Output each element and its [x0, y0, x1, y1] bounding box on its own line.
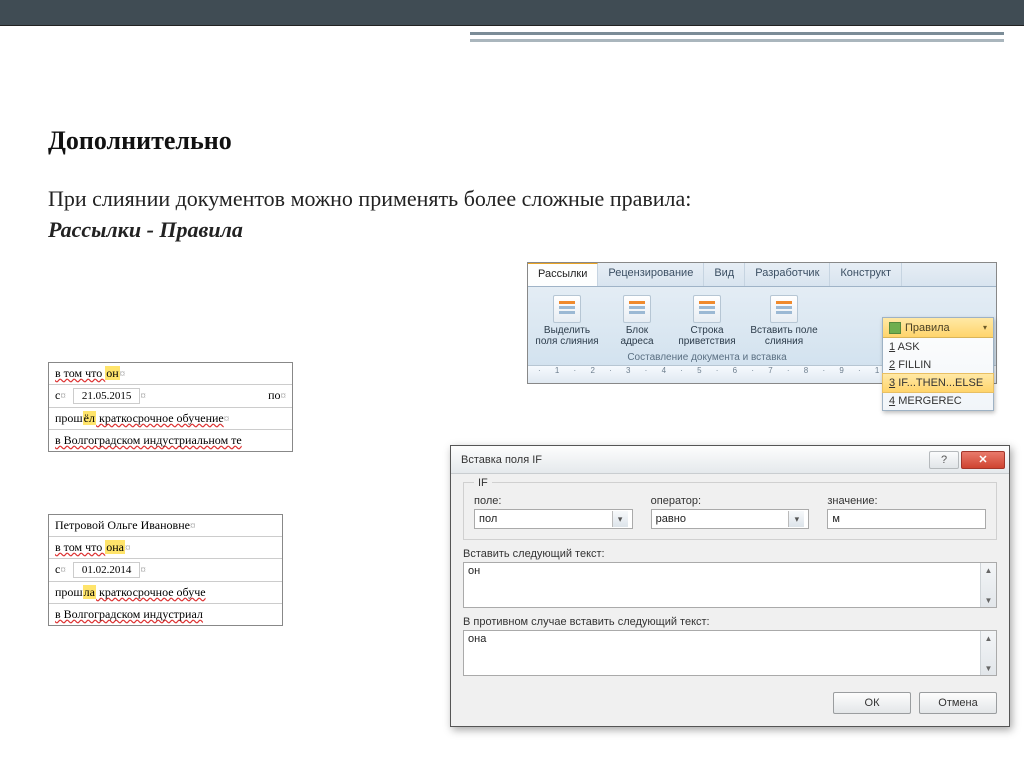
word-ribbon: Рассылки Рецензирование Вид Разработчик …	[527, 262, 997, 384]
tab-mailings[interactable]: Рассылки	[528, 263, 598, 286]
doc2-line2: с¤ 01.02.2014¤	[49, 559, 282, 582]
header-bar-dark	[0, 0, 1024, 26]
then-textarea[interactable]: он	[463, 562, 997, 608]
field-combo[interactable]: пол ▾	[474, 509, 633, 529]
doc1-line2: с¤ 21.05.2015¤ по¤	[49, 385, 292, 408]
intro-emphasis: Рассылки - Правила	[48, 217, 243, 242]
tab-developer[interactable]: Разработчик	[745, 263, 830, 286]
chevron-down-icon: ▾	[612, 511, 628, 527]
document-icon	[770, 295, 798, 323]
operator-combo[interactable]: равно ▾	[651, 509, 810, 529]
document-icon	[693, 295, 721, 323]
else-textarea[interactable]: она	[463, 630, 997, 676]
tab-view[interactable]: Вид	[704, 263, 745, 286]
scroll-down-icon: ▼	[981, 593, 996, 607]
then-label: Вставить следующий текст:	[463, 548, 997, 560]
rules-item-fillin[interactable]: 2 FILLIN	[883, 356, 993, 374]
scroll-down-icon: ▼	[981, 661, 996, 675]
chevron-down-icon: ▾	[788, 511, 804, 527]
chevron-down-icon: ▾	[983, 323, 987, 332]
greeting-line-button[interactable]: Строка приветствия	[672, 293, 742, 349]
tab-design[interactable]: Конструкт	[830, 263, 902, 286]
address-block-button[interactable]: Блок адреса	[602, 293, 672, 349]
dialog-titlebar: Вставка поля IF ? ✕	[451, 446, 1009, 474]
document-icon	[553, 295, 581, 323]
doc1-line1: в том что он¤	[49, 363, 292, 385]
doc-snippet-2: Петровой Ольге Ивановне¤ в том что она¤ …	[48, 514, 283, 626]
scrollbar[interactable]: ▲ ▼	[980, 631, 996, 675]
intro-text: При слиянии документов можно применять б…	[48, 184, 976, 246]
if-group-title: IF	[474, 477, 492, 489]
value-input[interactable]: м	[827, 509, 986, 529]
operator-label: оператор:	[651, 495, 810, 507]
slide-content: Дополнительно При слиянии документов мож…	[0, 26, 1024, 246]
ribbon-tabs: Рассылки Рецензирование Вид Разработчик …	[528, 263, 996, 287]
doc1-line4: в Волгоградском индустриальном те	[49, 430, 292, 451]
rules-item-if[interactable]: 3 IF...THEN...ELSE	[882, 373, 994, 393]
scroll-up-icon: ▲	[981, 631, 996, 645]
if-group: IF поле: пол ▾ оператор: равно ▾	[463, 482, 997, 540]
doc-snippet-1: в том что он¤ с¤ 21.05.2015¤ по¤ прошёл …	[48, 362, 293, 452]
insert-merge-field-button[interactable]: Вставить поле слияния	[742, 293, 826, 349]
document-icon	[623, 295, 651, 323]
rules-button[interactable]: Правила ▾	[883, 318, 993, 338]
cancel-button[interactable]: Отмена	[919, 692, 997, 714]
ribbon-group-label: Составление документа и вставка	[538, 352, 876, 363]
header-accent-lines	[470, 32, 1004, 42]
ok-button[interactable]: ОК	[833, 692, 911, 714]
field-label: поле:	[474, 495, 633, 507]
doc2-line1: в том что она¤	[49, 537, 282, 559]
highlight-merge-fields-button[interactable]: Выделить поля слияния	[532, 293, 602, 349]
intro-line: При слиянии документов можно применять б…	[48, 186, 691, 211]
doc2-line4: в Волгоградском индустриал	[49, 604, 282, 625]
else-label: В противном случае вставить следующий те…	[463, 616, 997, 628]
help-button[interactable]: ?	[929, 451, 959, 469]
rules-item-mergerec[interactable]: 4 MERGEREC	[883, 392, 993, 410]
insert-if-dialog: Вставка поля IF ? ✕ IF поле: пол ▾ опера…	[450, 445, 1010, 727]
doc2-line3: прошла краткосрочное обуче	[49, 582, 282, 604]
rules-dropdown: Правила ▾ 1 ASK 2 FILLIN 3 IF...THEN...E…	[882, 317, 994, 411]
rules-item-ask[interactable]: 1 ASK	[883, 338, 993, 356]
tab-review[interactable]: Рецензирование	[598, 263, 704, 286]
close-button[interactable]: ✕	[961, 451, 1005, 469]
dialog-title: Вставка поля IF	[461, 454, 927, 466]
value-label: значение:	[827, 495, 986, 507]
doc2-line0: Петровой Ольге Ивановне¤	[49, 515, 282, 537]
scroll-up-icon: ▲	[981, 563, 996, 577]
scrollbar[interactable]: ▲ ▼	[980, 563, 996, 607]
rules-icon	[889, 322, 901, 334]
page-title: Дополнительно	[48, 126, 976, 156]
doc1-line3: прошёл краткосрочное обучение¤	[49, 408, 292, 430]
